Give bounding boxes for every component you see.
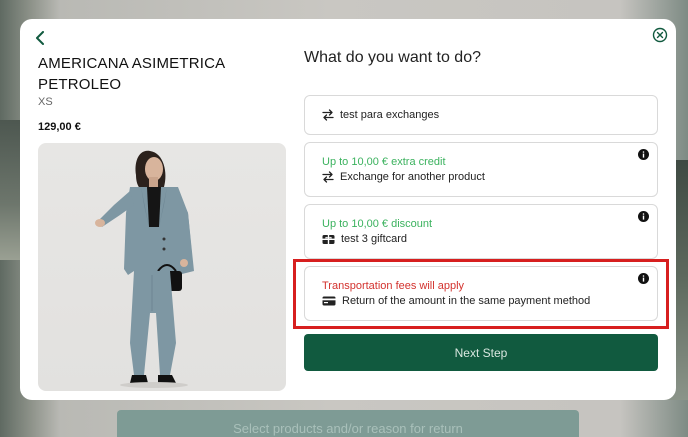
next-step-button[interactable]: Next Step bbox=[304, 334, 658, 371]
option-label: test 3 giftcard bbox=[341, 233, 408, 245]
exchange-arrows-icon bbox=[322, 171, 334, 183]
select-products-button: Select products and/or reason for return bbox=[117, 410, 579, 437]
option-label-row: test 3 giftcard bbox=[322, 233, 407, 245]
option-exchange-another-product[interactable]: Up to 10,00 € extra credit Exchange for … bbox=[304, 142, 658, 197]
return-options-modal: AMERICANA ASIMETRICA PETROLEO XS 129,00 … bbox=[20, 19, 676, 400]
credit-card-icon bbox=[322, 296, 336, 306]
option-note: Up to 10,00 € discount bbox=[322, 218, 433, 230]
option-giftcard[interactable]: Up to 10,00 € discount test 3 giftcard bbox=[304, 204, 658, 259]
info-icon[interactable] bbox=[638, 211, 649, 222]
option-refund-same-payment[interactable]: Transportation fees will apply Return of… bbox=[304, 266, 658, 321]
close-button[interactable] bbox=[652, 27, 668, 43]
option-label-row: Exchange for another product bbox=[322, 171, 485, 183]
info-icon[interactable] bbox=[638, 149, 649, 160]
back-button[interactable] bbox=[32, 29, 48, 47]
product-name: AMERICANA ASIMETRICA PETROLEO bbox=[38, 55, 225, 93]
option-label: Exchange for another product bbox=[340, 171, 485, 183]
option-label: Return of the amount in the same payment… bbox=[342, 295, 591, 307]
exchange-arrows-icon bbox=[322, 109, 334, 121]
option-label: test para exchanges bbox=[340, 109, 440, 121]
product-image bbox=[38, 143, 286, 391]
info-icon[interactable] bbox=[638, 273, 649, 284]
product-size: XS bbox=[38, 96, 53, 108]
option-label-row: Return of the amount in the same payment… bbox=[322, 295, 590, 307]
chevron-left-icon bbox=[35, 31, 45, 45]
option-label-row: test para exchanges bbox=[322, 109, 439, 121]
close-circle-icon bbox=[652, 27, 668, 43]
question-heading: What do you want to do? bbox=[304, 49, 481, 66]
option-test-para-exchanges[interactable]: test para exchanges bbox=[304, 95, 658, 135]
gift-card-icon bbox=[322, 234, 335, 245]
product-price: 129,00 € bbox=[38, 121, 81, 133]
option-note: Up to 10,00 € extra credit bbox=[322, 156, 446, 168]
option-note: Transportation fees will apply bbox=[322, 280, 465, 292]
